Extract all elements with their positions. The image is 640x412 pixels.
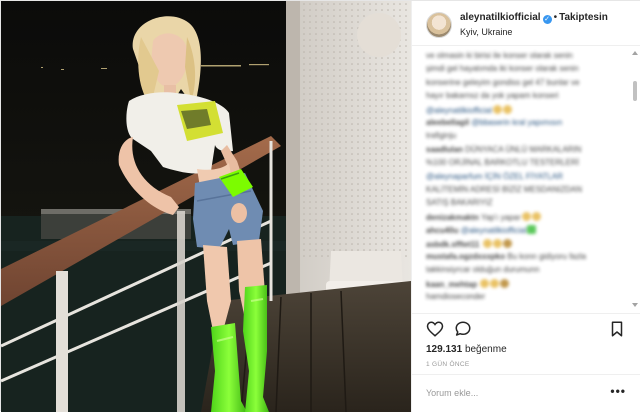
emoji-icon: [482, 238, 492, 248]
comment-row: ve olmasin ki birisi ile konser olarak s…: [426, 51, 624, 61]
comment-row: saadlulan DÜNYACA ÜNLÜ MARKALARIN: [426, 145, 624, 155]
comment-text: hamdioseconder: [426, 292, 486, 302]
comment-username[interactable]: asbdk.sfftet11: [426, 240, 479, 249]
bookmark-icon[interactable]: [608, 320, 626, 338]
comment-bubble-icon[interactable]: [454, 320, 472, 338]
comment-username[interactable]: aleebellagil: [426, 118, 469, 127]
comment-row: denizakmaktn Yap'ı yapar: [426, 211, 624, 223]
comment-row: kaan_mehtap: [426, 278, 624, 290]
comment-text: şimdi gel hayatımda iki konser olarak se…: [426, 64, 579, 74]
comment-row: mustafa.ogzdxxxpko Bu konn gidiyoru fazl…: [426, 252, 624, 262]
comments-scrollbar-thumb[interactable]: [633, 81, 637, 101]
comment-username[interactable]: ahcu40u: [426, 226, 458, 235]
post-photo-image: [1, 1, 411, 412]
like-count-label: beğenme: [464, 344, 507, 355]
comment-row: takkinsiyrcar olduğun durumunn: [426, 265, 624, 275]
comment-row: @aleynaparfum İÇİN ÖZEL FİYATLAR: [426, 172, 624, 182]
comment-row: KALİTEMİN ADRESİ BİZİZ MESDANIZDAN: [426, 185, 624, 195]
comment-row: %100 ORJİNAL BARKOTLU TESTERLERİ: [426, 158, 624, 168]
comment-text: Bu konn gidiyoru fazla: [507, 252, 587, 261]
emoji-icon: [521, 211, 531, 221]
comments-list[interactable]: ve olmasin ki birisi ile konser olarak s…: [412, 47, 640, 313]
comment-username[interactable]: denizakmaktn: [426, 213, 479, 222]
comment-text: @aleynaparfum İÇİN ÖZEL FİYATLAR: [426, 171, 563, 181]
comment-row: SATIŞ BAKARIYIZ: [426, 198, 624, 208]
comment-text: @aleynatilkiofficial: [460, 226, 527, 236]
emoji-icon: [480, 278, 490, 288]
emoji-icon: [502, 104, 512, 114]
instagram-post-modal: aleynatilkiofficial ✓ • Takiptesin Kyiv, Uk…: [0, 0, 640, 412]
comment-text: trafiginju: [426, 131, 457, 141]
comment-text: takkinsiyrcar olduğun durumunn: [426, 265, 540, 275]
emoji-icon: [490, 278, 500, 288]
comment-text: hayır bakarnsz da yok yapam konseri: [426, 91, 559, 101]
comment-input[interactable]: [426, 386, 596, 400]
comment-text: %100 ORJİNAL BARKOTLU TESTERLERİ: [426, 158, 579, 168]
post-header: aleynatilkiofficial ✓ • Takiptesin Kyiv, Uk…: [412, 1, 640, 46]
emoji-icon: [502, 238, 512, 248]
comment-row: trafiginju: [426, 131, 624, 141]
comment-row: hayır bakarnsz da yok yapam konseri: [426, 91, 624, 101]
comment-row: şimdi gel hayatımda iki konser olarak se…: [426, 64, 624, 74]
more-options-icon[interactable]: •••: [610, 384, 626, 398]
comment-text: Yap'ı yapar: [480, 212, 521, 222]
post-photo[interactable]: [1, 1, 411, 412]
separator-dot: •: [553, 12, 558, 23]
username-link[interactable]: aleynatilkiofficial: [460, 12, 541, 23]
add-comment-section: •••: [412, 374, 640, 412]
emoji-icon: [531, 211, 541, 221]
emoji-icon: [492, 104, 502, 114]
follow-status-button[interactable]: Takiptesin: [559, 12, 608, 23]
comment-row: konserine geleyim gondiss gel 47 bunlar …: [426, 78, 624, 88]
comment-row: asbdk.sfftet11: [426, 238, 624, 250]
heart-icon[interactable]: [426, 320, 444, 338]
like-count-number: 129.131: [426, 344, 463, 355]
scroll-up-arrow-icon[interactable]: [632, 51, 638, 55]
comment-text: ve olmasin ki birisi ile konser olarak s…: [426, 51, 573, 60]
comment-row: hamdioseconder: [426, 292, 624, 302]
comment-username[interactable]: mustafa.ogzdxxxpko: [426, 252, 505, 261]
emoji-icon: [500, 278, 510, 288]
comment-text: SATIŞ BAKARIYIZ: [426, 198, 493, 208]
avatar[interactable]: [426, 12, 452, 38]
post-sidebar: aleynatilkiofficial ✓ • Takiptesin Kyiv, Uk…: [411, 1, 640, 412]
action-bar: [412, 313, 640, 345]
verified-badge-icon: ✓: [542, 15, 552, 24]
comment-text: konserine geleyim gondiss gel 47 bunlar …: [426, 77, 580, 87]
comment-text: KALİTEMİN ADRESİ BİZİZ MESDANIZDAN: [426, 185, 583, 194]
comment-row: @aleynatilkiofficial: [426, 104, 624, 116]
comment-row: aleebellagil @bbaserin kral yapımısın: [426, 118, 624, 128]
location-link[interactable]: Kyiv, Ukraine: [460, 27, 512, 37]
emoji-icon: [527, 225, 537, 235]
comment-text: @bbaserin kral yapımısın: [471, 118, 563, 127]
comment-text: DÜNYACA ÜNLÜ MARKALARIN: [465, 144, 582, 154]
comment-username[interactable]: kaan_mehtap: [426, 280, 477, 289]
comment-text: @aleynatilkiofficial: [426, 105, 492, 115]
like-count[interactable]: 129.131 beğenme: [426, 344, 507, 355]
comment-username[interactable]: saadlulan: [426, 145, 463, 154]
user-line: aleynatilkiofficial ✓ • Takiptesin: [460, 12, 608, 24]
post-timestamp[interactable]: 1 GÜN ÖNCE: [426, 361, 469, 368]
comment-row: ahcu40u @aleynatilkiofficial: [426, 225, 624, 236]
scroll-down-arrow-icon[interactable]: [632, 303, 638, 307]
emoji-icon: [492, 238, 502, 248]
